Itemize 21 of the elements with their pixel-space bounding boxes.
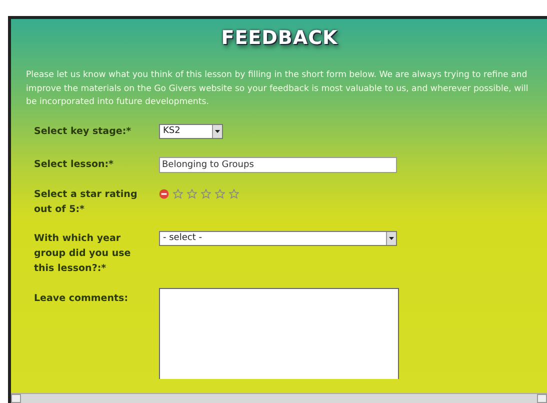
horizontal-scrollbar[interactable] [11,393,547,403]
field-label: Leave comments: [34,292,130,306]
star-icon[interactable] [229,188,239,198]
lesson-field[interactable]: Belonging to Groups [159,156,397,172]
field-label: Select key stage:* [34,124,132,138]
field-label: With which year group did you use this lesson?:* [34,232,132,276]
star-rating[interactable] [173,188,239,198]
field-label: Select lesson:* [34,158,115,172]
intro-text: Please let us know what you think of this lesson by filling in the short form below. We are always trying to refine and improve the materials on the Go Givers website so your feedback is most valuable to us, and wherever possible, will be incorporated into future developments. [26,69,530,109]
select-dropdown[interactable]: - select - [159,230,397,246]
dropdown-arrow-icon [215,130,220,132]
clear-rating-icon[interactable] [159,188,169,198]
field-label: Select a star rating out of 5:* [34,188,138,216]
star-icon[interactable] [215,188,225,198]
page-title: FEEDBACK [221,27,338,49]
star-icon[interactable] [187,188,197,198]
star-icon[interactable] [173,188,183,198]
dropdown-arrow-icon [389,236,394,240]
star-icon[interactable] [201,188,211,198]
comments-field[interactable] [159,288,399,378]
select-dropdown[interactable]: KS2 [159,124,223,138]
